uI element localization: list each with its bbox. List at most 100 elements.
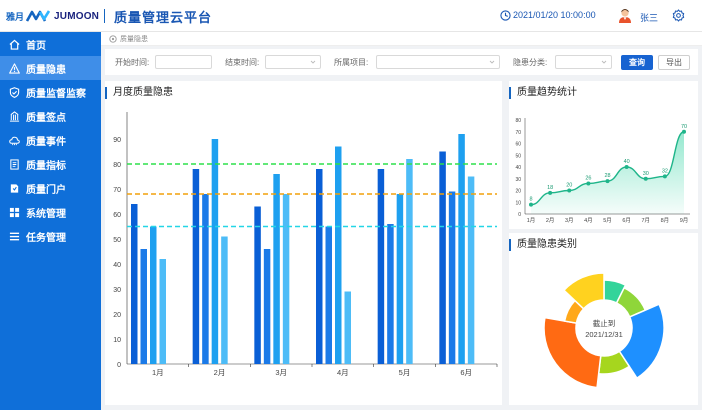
list-icon <box>9 232 20 240</box>
project-select[interactable] <box>376 55 500 69</box>
home-icon <box>9 39 20 50</box>
filter-bar: 开始时间: 结束时间: 所属项目: 隐患分类: 查询 导出 <box>105 49 698 75</box>
trend-point <box>682 129 686 134</box>
y-tick-label: 60 <box>113 212 121 219</box>
data-label: 28 <box>604 173 610 179</box>
bar <box>202 194 209 364</box>
export-button[interactable]: 导出 <box>658 55 690 70</box>
y-tick-label: 50 <box>113 237 121 244</box>
data-label: 30 <box>643 171 649 177</box>
sidebar-item-label: 系统管理 <box>26 208 66 220</box>
x-tick-label: 4月 <box>584 217 593 224</box>
sidebar-item-quality-event[interactable]: 质量事件 <box>0 128 101 152</box>
avatar[interactable] <box>618 8 632 23</box>
clock-icon <box>500 10 511 21</box>
sidebar-item-quality-index[interactable]: 质量指标 <box>0 152 101 176</box>
bar <box>263 249 271 364</box>
sidebar-item-quality-hazard[interactable]: 质量隐患 <box>0 56 101 80</box>
trend-point <box>548 190 553 195</box>
category-chart: 截止到 2021/12/31 <box>543 272 665 389</box>
bar <box>344 291 351 364</box>
sidebar-item-label: 质量门户 <box>26 184 66 196</box>
grid-icon <box>9 207 20 217</box>
y-tick-label: 70 <box>113 187 121 194</box>
trend-point <box>605 179 610 184</box>
logo-cn-text: 雅月 <box>6 11 25 22</box>
x-tick-label: 2月 <box>546 217 555 224</box>
y-tick-label: 50 <box>515 153 521 159</box>
bar <box>439 151 446 364</box>
brand-logo[interactable]: 雅月 JUMOON <box>6 8 99 24</box>
x-tick-label: 8月 <box>661 217 670 224</box>
bar <box>316 169 323 364</box>
pie-center-date: 2021/12/31 <box>585 330 623 339</box>
bar <box>131 204 138 364</box>
x-tick-label: 3月 <box>275 368 287 377</box>
y-tick-label: 70 <box>515 130 521 136</box>
bar <box>254 206 261 364</box>
end-time-select[interactable] <box>265 55 321 69</box>
logo-en-text: JUMOON <box>54 10 100 22</box>
data-label: 40 <box>624 159 630 165</box>
data-label: 70 <box>681 124 687 130</box>
sidebar-item-quality-portal[interactable]: 质量门户 <box>0 176 101 200</box>
y-tick-label: 90 <box>113 137 121 144</box>
bar <box>140 249 147 364</box>
bar <box>273 174 280 364</box>
trend-point <box>586 181 591 186</box>
x-tick-label: 5月 <box>603 217 612 224</box>
bar <box>325 226 332 364</box>
y-tick-label: 0 <box>518 212 521 218</box>
trend-panel: 质量趋势统计 0 10 20 30 40 50 60 70 80 8 1月 18 2月 20 3月 26 4月 2… <box>509 81 698 229</box>
x-tick-label: 4月 <box>337 368 349 377</box>
trend-point <box>662 174 667 179</box>
bar <box>396 194 404 364</box>
breadcrumb-current[interactable]: 质量隐患 <box>120 34 148 44</box>
username[interactable]: 张三 <box>640 11 658 24</box>
gear-icon[interactable] <box>672 9 685 22</box>
y-tick-label: 80 <box>113 162 121 169</box>
bar <box>377 169 385 364</box>
breadcrumb: 质量隐患 <box>101 32 702 46</box>
x-tick-label: 1月 <box>152 368 164 377</box>
sidebar-item-supervision[interactable]: 质量监督监察 <box>0 80 101 104</box>
header-divider <box>104 9 105 23</box>
x-tick-label: 6月 <box>622 217 631 224</box>
sidebar-item-label: 质量签点 <box>26 112 66 124</box>
start-time-input[interactable] <box>155 55 212 69</box>
bar <box>150 226 157 364</box>
y-tick-label: 80 <box>515 118 521 124</box>
current-datetime: 2021/01/20 10:00:00 <box>513 10 596 20</box>
sidebar-item-checkpoint[interactable]: 质量签点 <box>0 104 101 128</box>
category-select[interactable] <box>555 55 612 69</box>
bar <box>282 194 290 364</box>
bar <box>467 176 475 364</box>
portal-icon <box>10 183 19 193</box>
sidebar-item-home[interactable]: 首页 <box>0 32 101 56</box>
x-tick-label: 1月 <box>527 217 536 224</box>
x-tick-label: 3月 <box>565 217 574 224</box>
pie-center <box>577 301 631 355</box>
bar <box>406 159 413 364</box>
data-label: 26 <box>585 175 591 181</box>
bar <box>221 236 228 364</box>
project-label: 所属项目: <box>334 58 369 67</box>
y-tick-label: 60 <box>515 142 521 148</box>
query-button[interactable]: 查询 <box>621 55 653 70</box>
sidebar-item-system-admin[interactable]: 系统管理 <box>0 200 101 224</box>
chevron-down-icon <box>601 60 607 64</box>
sidebar-item-label: 质量事件 <box>26 136 66 148</box>
location-icon <box>109 35 117 43</box>
y-tick-label: 40 <box>113 262 121 269</box>
trend-chart: 0 10 20 30 40 50 60 70 80 8 1月 18 2月 20 3月 26 4月 28 5月 40 6月… <box>515 118 690 224</box>
sidebar-item-task-admin[interactable]: 任务管理 <box>0 224 101 248</box>
category-label: 隐患分类: <box>513 58 548 67</box>
bar <box>458 134 465 364</box>
app-title: 质量管理云平台 <box>114 10 213 25</box>
shield-icon <box>9 86 20 98</box>
y-tick-label: 10 <box>113 337 121 344</box>
document-icon <box>10 158 19 170</box>
logo-mark-icon <box>26 10 51 22</box>
x-tick-label: 5月 <box>399 368 411 377</box>
y-tick-label: 20 <box>113 312 121 319</box>
